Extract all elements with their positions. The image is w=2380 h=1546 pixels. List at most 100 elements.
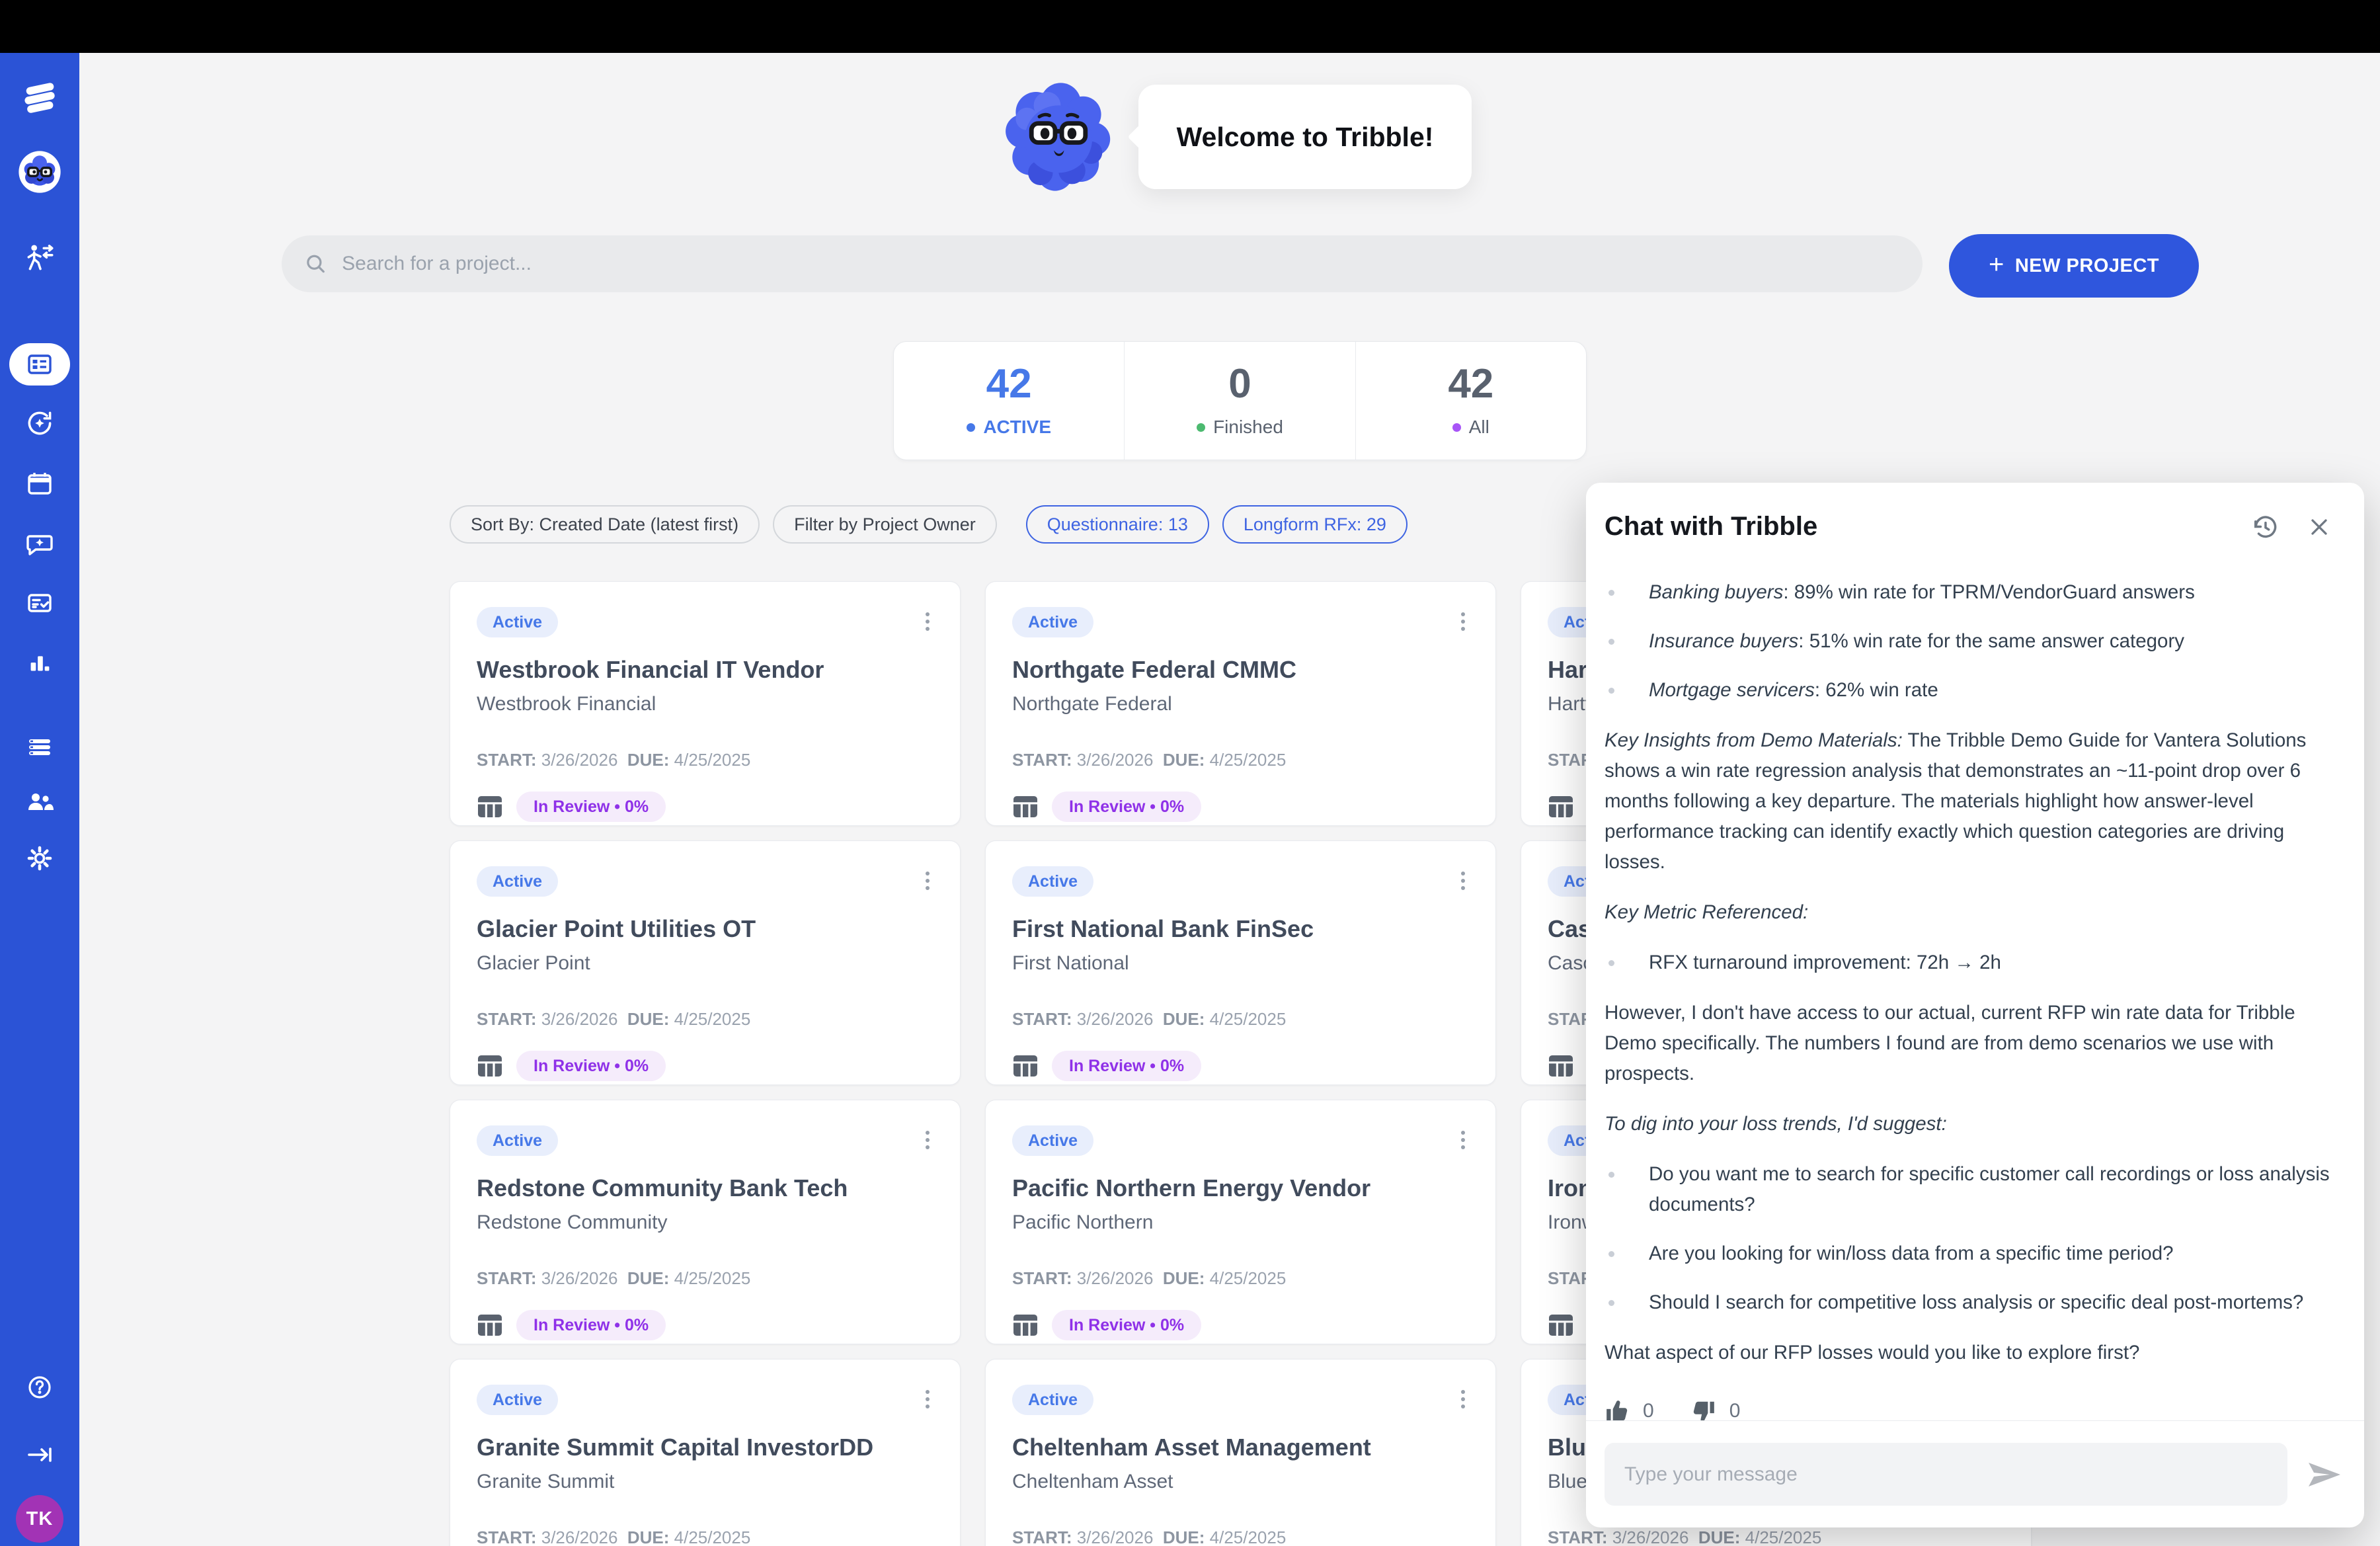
project-client: Northgate Federal xyxy=(1012,693,1469,715)
bar-chart-icon[interactable] xyxy=(22,645,57,680)
stats-value: 42 xyxy=(1448,364,1493,405)
table-icon xyxy=(1548,1054,1574,1078)
project-card[interactable]: Active Pacific Northern Energy Vendor Pa… xyxy=(985,1100,1496,1344)
chat-sparkle-icon[interactable] xyxy=(22,526,57,561)
chat-paragraph: What aspect of our RFP losses would you … xyxy=(1605,1338,2346,1368)
sidebar-item-projects-active[interactable] xyxy=(9,343,70,386)
project-card[interactable]: Active Northgate Federal CMMC Northgate … xyxy=(985,581,1496,826)
project-dates: START: 3/26/2026 DUE: 4/25/2025 xyxy=(477,1527,933,1546)
welcome-bubble: Welcome to Tribble! xyxy=(1138,85,1472,189)
list-icon[interactable] xyxy=(22,730,57,764)
chat-paragraph: To dig into your loss trends, I'd sugges… xyxy=(1605,1109,2346,1139)
project-card[interactable]: Active Granite Summit Capital InvestorDD… xyxy=(450,1359,961,1546)
chat-message: Banking buyers: 89% win rate for TPRM/Ve… xyxy=(1586,548,2364,1420)
table-icon xyxy=(1548,795,1574,819)
project-dates: START: 3/26/2026 DUE: 4/25/2025 xyxy=(1012,1009,1469,1030)
filter-chip[interactable]: Sort By: Created Date (latest first) xyxy=(450,505,760,544)
tribble-logo-icon[interactable] xyxy=(20,78,60,118)
mascot-avatar-icon[interactable] xyxy=(18,150,61,194)
chat-bullet: Are you looking for win/loss data from a… xyxy=(1605,1239,2346,1269)
table-icon xyxy=(1548,1313,1574,1337)
project-card[interactable]: Active Glacier Point Utilities OT Glacie… xyxy=(450,840,961,1085)
stats-value: 42 xyxy=(986,364,1032,405)
project-title: Pacific Northern Energy Vendor xyxy=(1012,1174,1469,1202)
sync-sparkle-icon[interactable] xyxy=(22,406,57,440)
kebab-menu-icon[interactable] xyxy=(922,607,933,636)
project-title: Redstone Community Bank Tech xyxy=(477,1174,933,1202)
active-badge: Active xyxy=(1012,866,1093,897)
thumbs-up-button[interactable]: 0 xyxy=(1605,1396,1654,1420)
thumbs-down-count: 0 xyxy=(1729,1396,1741,1420)
table-icon xyxy=(477,795,503,819)
project-card[interactable]: Active Redstone Community Bank Tech Reds… xyxy=(450,1100,961,1344)
kebab-menu-icon[interactable] xyxy=(922,866,933,895)
chat-bullet: Banking buyers: 89% win rate for TPRM/Ve… xyxy=(1605,577,2346,608)
chat-paragraph: Key Metric Referenced: xyxy=(1605,897,2346,928)
stats-value: 0 xyxy=(1228,364,1251,405)
project-client: Granite Summit xyxy=(477,1471,933,1493)
checklist-icon[interactable] xyxy=(22,586,57,620)
kebab-menu-icon[interactable] xyxy=(1457,1385,1469,1414)
stats-segment-finished[interactable]: 0 Finished xyxy=(1124,342,1355,460)
project-dates: START: 3/26/2026 DUE: 4/25/2025 xyxy=(477,1268,933,1289)
new-project-label: NEW PROJECT xyxy=(2015,255,2159,277)
help-icon[interactable] xyxy=(22,1370,57,1404)
bullet-dot xyxy=(1608,639,1614,645)
chat-input-bar xyxy=(1586,1420,2364,1527)
plus-icon: + xyxy=(1989,250,2004,280)
project-dates: START: 3/26/2026 DUE: 4/25/2025 xyxy=(1012,750,1469,770)
stats-segment-active[interactable]: 42 ACTIVE xyxy=(894,342,1124,460)
table-icon xyxy=(477,1054,503,1078)
chat-panel: Chat with Tribble Banking buyers: 89% wi… xyxy=(1586,483,2364,1527)
active-badge: Active xyxy=(477,1385,558,1415)
status-dot xyxy=(1452,423,1461,432)
project-dates: START: 3/26/2026 DUE: 4/25/2025 xyxy=(1012,1268,1469,1289)
table-icon xyxy=(1012,795,1039,819)
table-icon xyxy=(1012,1054,1039,1078)
user-avatar[interactable]: TK xyxy=(16,1495,63,1543)
thumbs-down-button[interactable]: 0 xyxy=(1691,1396,1741,1420)
welcome-text: Welcome to Tribble! xyxy=(1177,122,1434,153)
chat-bullet: RFX turnaround improvement: 72h → 2h xyxy=(1605,948,2346,978)
progress-badge: In Review • 0% xyxy=(1052,792,1201,822)
handoff-person-icon[interactable] xyxy=(22,241,57,276)
chat-bullet: Insurance buyers: 51% win rate for the s… xyxy=(1605,626,2346,657)
thumbs-up-count: 0 xyxy=(1643,1396,1654,1420)
gear-icon[interactable] xyxy=(22,841,57,875)
filter-chip[interactable]: Questionnaire: 13 xyxy=(1026,505,1209,544)
project-client: Pacific Northern xyxy=(1012,1211,1469,1234)
progress-badge: In Review • 0% xyxy=(1052,1310,1201,1340)
chat-bullet: Should I search for competitive loss ana… xyxy=(1605,1287,2346,1318)
search-input[interactable] xyxy=(342,253,1900,275)
kebab-menu-icon[interactable] xyxy=(1457,607,1469,636)
kebab-menu-icon[interactable] xyxy=(1457,866,1469,895)
project-search[interactable] xyxy=(282,235,1923,292)
project-stats: 42 ACTIVE 0 Finished 42 All xyxy=(893,341,1587,460)
project-card[interactable]: Active First National Bank FinSec First … xyxy=(985,840,1496,1085)
table-icon xyxy=(477,1313,503,1337)
active-badge: Active xyxy=(477,866,558,897)
user-initials: TK xyxy=(26,1508,54,1530)
send-icon[interactable] xyxy=(2303,1456,2346,1493)
kebab-menu-icon[interactable] xyxy=(1457,1125,1469,1155)
project-client: Cheltenham Asset xyxy=(1012,1471,1469,1493)
table-icon xyxy=(1012,1313,1039,1337)
calendar-icon[interactable] xyxy=(22,467,57,501)
filter-chip[interactable]: Filter by Project Owner xyxy=(773,505,997,544)
kebab-menu-icon[interactable] xyxy=(922,1385,933,1414)
project-card[interactable]: Active Westbrook Financial IT Vendor Wes… xyxy=(450,581,961,826)
kebab-menu-icon[interactable] xyxy=(922,1125,933,1155)
logout-icon[interactable] xyxy=(22,1438,57,1472)
close-icon[interactable] xyxy=(2306,514,2332,540)
welcome-banner: Welcome to Tribble! xyxy=(1002,81,1472,193)
stats-segment-all[interactable]: 42 All xyxy=(1355,342,1586,460)
project-dates: START: 3/26/2026 DUE: 4/25/2025 xyxy=(477,750,933,770)
history-icon[interactable] xyxy=(2250,512,2280,542)
filter-chip[interactable]: Longform RFx: 29 xyxy=(1222,505,1408,544)
project-client: Glacier Point xyxy=(477,952,933,975)
project-card[interactable]: Active Cheltenham Asset Management Chelt… xyxy=(985,1359,1496,1546)
users-icon[interactable] xyxy=(22,785,57,819)
new-project-button[interactable]: + NEW PROJECT xyxy=(1949,234,2199,298)
chat-message-input[interactable] xyxy=(1605,1443,2287,1506)
project-client: First National xyxy=(1012,952,1469,975)
